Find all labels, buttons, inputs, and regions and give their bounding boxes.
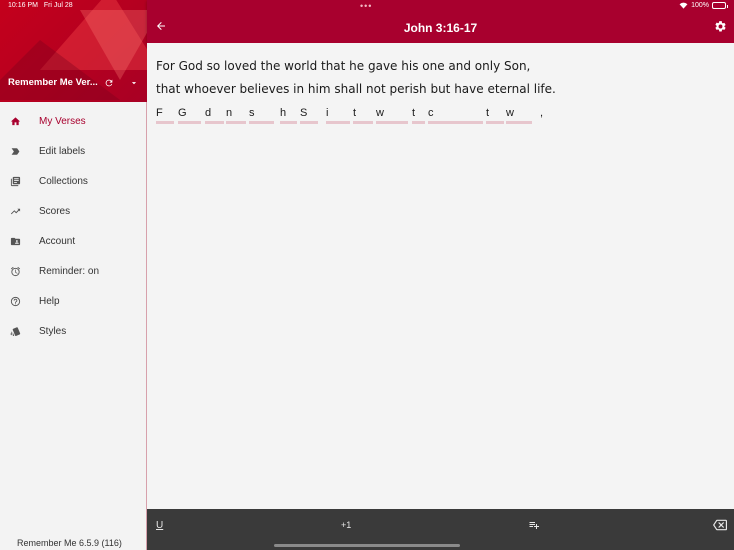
hint-letter: w (506, 107, 514, 119)
collections-icon (10, 176, 21, 187)
hint-underline (506, 121, 532, 124)
app-bar: John 3:16-17 (147, 0, 734, 43)
drawer-header: Remember Me Ver... (0, 0, 147, 102)
status-time: 10:16 PM (8, 2, 38, 9)
sidebar-item-label: Scores (39, 205, 71, 217)
wifi-icon (679, 2, 688, 9)
home-icon (10, 116, 21, 127)
hint-underline (486, 121, 504, 124)
arrow-drop-down-icon[interactable] (129, 78, 139, 88)
navigation-drawer: Remember Me Ver... My Verses Edit labels C… (0, 0, 147, 550)
hint-letter: t (486, 107, 490, 119)
account-folder-icon (10, 236, 21, 247)
hint-underline (353, 121, 373, 124)
sidebar-item-collections[interactable]: Collections (0, 166, 146, 196)
status-date: Fri Jul 28 (43, 2, 73, 9)
app-version: Remember Me 6.5.9 (116) (17, 538, 122, 548)
sidebar-item-edit-labels[interactable]: Edit labels (0, 136, 146, 166)
verse-text-line: For God so loved the world that he gave … (156, 59, 531, 73)
sidebar-item-label: Reminder: on (39, 265, 100, 277)
app-window: 10:16 PM Fri Jul 28 ••• 100% Remember Me… (0, 0, 734, 550)
status-bar-right: 100% (679, 2, 728, 9)
page-title: John 3:16-17 (403, 21, 478, 35)
hint-blank[interactable]: h (280, 106, 297, 124)
sidebar-item-account[interactable]: Account (0, 226, 146, 256)
verse-content: For God so loved the world that he gave … (147, 43, 734, 509)
hint-blank[interactable]: c (428, 106, 483, 124)
status-bar-left: 10:16 PM Fri Jul 28 (8, 2, 73, 9)
hint-underline (412, 121, 425, 124)
sidebar-item-scores[interactable]: Scores (0, 196, 146, 226)
hint-blank[interactable]: S (300, 106, 318, 124)
sidebar-item-my-verses[interactable]: My Verses (0, 106, 146, 136)
alarm-icon (10, 266, 21, 277)
sidebar-item-label: Collections (39, 175, 88, 187)
hint-blank[interactable]: G (178, 106, 201, 124)
backspace-icon[interactable] (713, 518, 727, 532)
sidebar-item-label: Edit labels (39, 145, 86, 157)
hint-blank[interactable]: , (540, 106, 544, 124)
hint-letter: t (353, 107, 357, 119)
hint-letter: , (540, 107, 544, 119)
hint-blank[interactable]: w (506, 106, 532, 124)
hint-letter: i (326, 107, 329, 119)
trending-up-icon (10, 206, 21, 217)
account-name: Remember Me Ver... (8, 77, 98, 88)
sidebar-item-label: Styles (39, 325, 67, 337)
hint-underline (376, 121, 408, 124)
battery-percent: 100% (691, 2, 709, 9)
hint-blank[interactable]: n (226, 106, 246, 124)
hint-letter: G (178, 107, 187, 119)
home-indicator[interactable] (274, 544, 460, 547)
label-icon (10, 146, 21, 157)
underline-button[interactable]: U (156, 518, 163, 532)
hint-blank[interactable]: d (205, 106, 224, 124)
hint-underline (280, 121, 297, 124)
hint-underline (178, 121, 201, 124)
verse-text-line: that whoever believes in him shall not p… (156, 82, 556, 96)
sidebar-item-styles[interactable]: Styles (0, 316, 146, 346)
hint-underline (156, 121, 174, 124)
hint-letter: t (412, 107, 416, 119)
sidebar-item-reminder-on[interactable]: Reminder: on (0, 256, 146, 286)
sidebar-item-label: My Verses (39, 115, 86, 127)
hint-letter: h (280, 107, 287, 119)
hint-letter: n (226, 107, 233, 119)
hint-underline (249, 121, 274, 124)
hint-letter: w (376, 107, 384, 119)
account-switcher[interactable]: Remember Me Ver... (8, 77, 139, 88)
hint-blank[interactable]: i (326, 106, 350, 124)
hint-blank[interactable]: F (156, 106, 174, 124)
gear-icon[interactable] (714, 20, 727, 33)
hint-underline (226, 121, 246, 124)
hint-underline (300, 121, 318, 124)
battery-icon (712, 2, 728, 9)
hint-letter: c (428, 107, 434, 119)
hint-letter: s (249, 107, 255, 119)
plus-one-button[interactable]: +1 (341, 518, 351, 532)
playlist-add-icon[interactable] (528, 518, 540, 532)
hint-blank[interactable]: t (486, 106, 504, 124)
hint-blank[interactable]: w (376, 106, 408, 124)
header-decoration (0, 40, 120, 100)
sidebar-item-help[interactable]: Help (0, 286, 146, 316)
hint-letter: F (156, 107, 163, 119)
hint-underline (205, 121, 224, 124)
hint-blank[interactable]: t (353, 106, 373, 124)
styles-icon (10, 326, 21, 337)
refresh-icon[interactable] (104, 78, 114, 88)
hint-underline (326, 121, 350, 124)
multitasking-dots-icon[interactable]: ••• (360, 1, 372, 11)
bottom-toolbar: U +1 (147, 509, 734, 550)
sidebar-item-label: Account (39, 235, 76, 247)
sidebar-item-label: Help (39, 295, 60, 307)
help-icon (10, 296, 21, 307)
hint-letter: S (300, 107, 308, 119)
hint-underline (428, 121, 483, 124)
hint-blank[interactable]: t (412, 106, 425, 124)
hint-blank[interactable]: s (249, 106, 274, 124)
drawer-menu: My Verses Edit labels Collections Scores Acc… (0, 106, 146, 346)
hint-letter: d (205, 107, 212, 119)
